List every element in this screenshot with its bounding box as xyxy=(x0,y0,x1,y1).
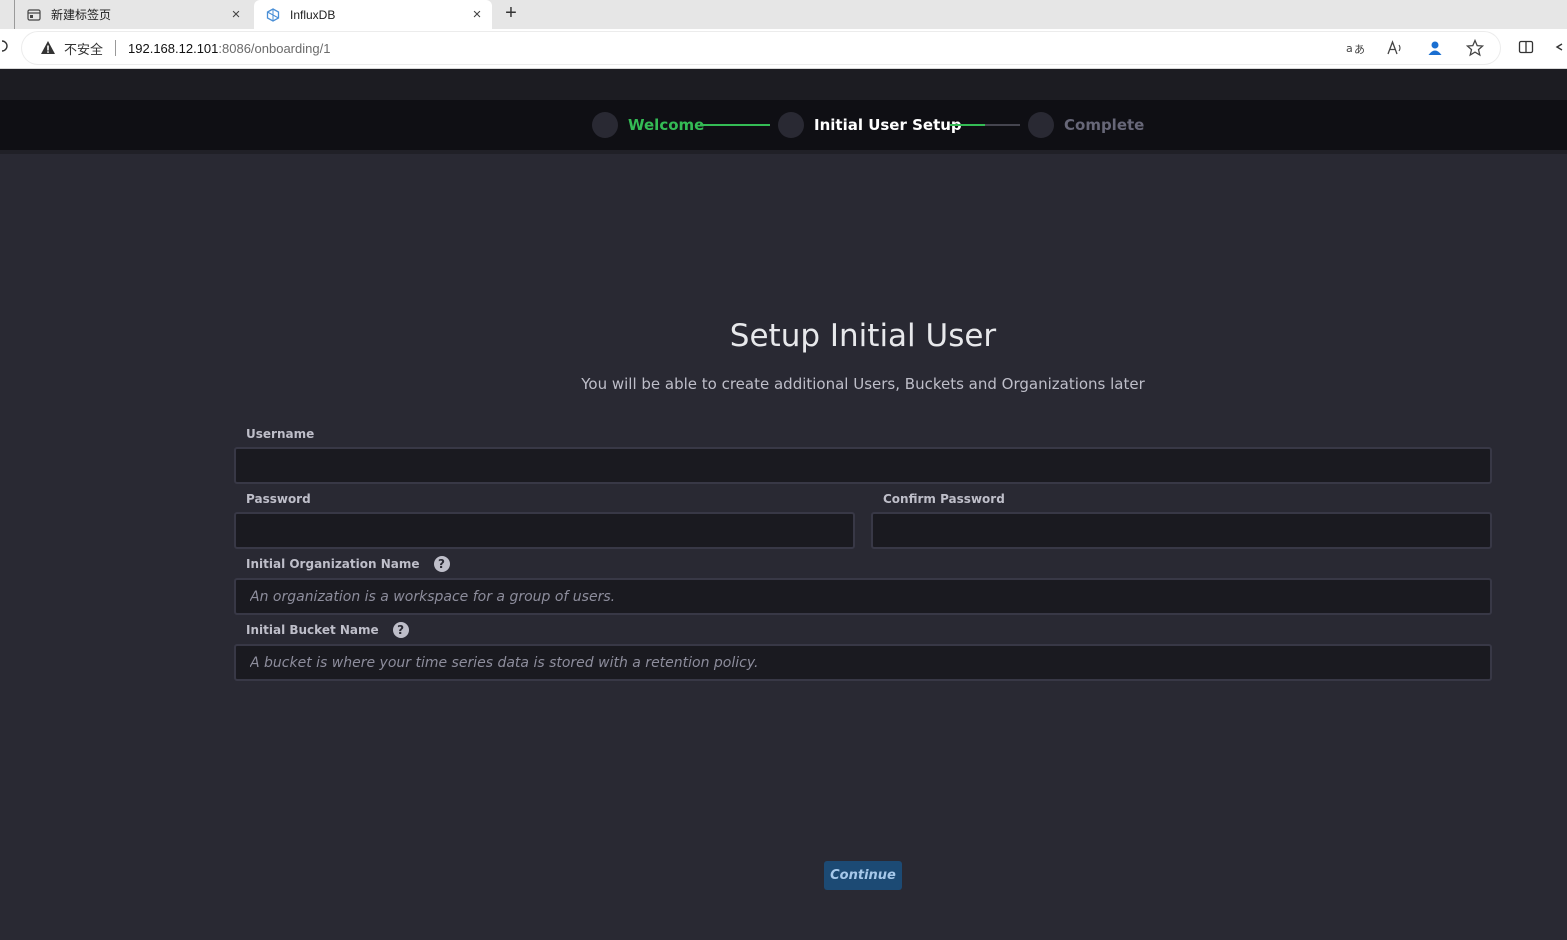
step-connector xyxy=(950,124,1020,126)
org-name-label-row: Initial Organization Name ? xyxy=(246,556,450,572)
refresh-icon[interactable] xyxy=(0,39,8,56)
translate-icon[interactable]: aあ xyxy=(1344,38,1366,58)
chevron-icon[interactable] xyxy=(1554,39,1564,58)
step-indicator xyxy=(778,112,804,138)
split-screen-icon[interactable] xyxy=(1518,39,1534,58)
onboarding-stepper: Welcome Initial User Setup Complete xyxy=(0,100,1567,150)
step-connector xyxy=(700,124,770,126)
favorite-star-icon[interactable] xyxy=(1464,38,1486,58)
bucket-name-label-row: Initial Bucket Name ? xyxy=(246,622,409,638)
confirm-password-input[interactable] xyxy=(871,512,1492,549)
url-path: :8086/onboarding/1 xyxy=(218,40,331,56)
browser-toolbar-actions xyxy=(1518,39,1564,58)
svg-text:あ: あ xyxy=(1354,43,1364,56)
step-indicator xyxy=(1028,112,1054,138)
step-welcome[interactable]: Welcome xyxy=(592,100,704,150)
browser-tab-influxdb[interactable]: InfluxDB × xyxy=(254,0,492,29)
page-title: Setup Initial User xyxy=(729,318,997,354)
confirm-password-label: Confirm Password xyxy=(883,492,1005,506)
step-initial-user-setup[interactable]: Initial User Setup xyxy=(778,100,962,150)
bucket-name-input[interactable] xyxy=(234,644,1492,681)
password-input[interactable] xyxy=(234,512,855,549)
org-name-input[interactable] xyxy=(234,578,1492,615)
warning-icon[interactable] xyxy=(40,40,56,56)
close-tab-icon[interactable]: × xyxy=(466,6,488,23)
newtab-page-icon xyxy=(27,8,41,22)
url-text[interactable]: 192.168.12.101:8086/onboarding/1 xyxy=(128,41,330,56)
address-bar[interactable]: 不安全 192.168.12.101:8086/onboarding/1 aあ xyxy=(22,32,1500,64)
stepper-divider xyxy=(0,150,1567,154)
address-actions: aあ xyxy=(1344,38,1486,58)
url-host: 192.168.12.101 xyxy=(128,40,219,56)
address-divider xyxy=(115,40,117,56)
new-tab-button[interactable]: + xyxy=(500,3,522,25)
step-label: Welcome xyxy=(628,116,705,134)
help-icon[interactable]: ? xyxy=(433,556,450,572)
browser-address-row: 不安全 192.168.12.101:8086/onboarding/1 aあ xyxy=(0,29,1567,69)
step-label: Complete xyxy=(1064,116,1145,134)
tab-title: 新建标签页 xyxy=(51,8,112,22)
step-complete[interactable]: Complete xyxy=(1028,100,1144,150)
username-label: Username xyxy=(246,427,315,441)
security-status[interactable]: 不安全 xyxy=(64,39,103,58)
tab-title: InfluxDB xyxy=(290,7,336,22)
close-tab-icon[interactable]: × xyxy=(225,6,247,23)
help-icon[interactable]: ? xyxy=(392,622,409,638)
app-header-band xyxy=(0,69,1567,100)
username-input[interactable] xyxy=(234,447,1492,484)
bucket-name-label: Initial Bucket Name xyxy=(246,623,379,637)
continue-button[interactable]: Continue xyxy=(824,861,902,890)
org-name-label: Initial Organization Name xyxy=(246,557,420,571)
profile-icon[interactable] xyxy=(1424,38,1446,58)
page-subtitle: You will be able to create additional Us… xyxy=(581,375,1145,393)
browser-tab-newtab[interactable]: 新建标签页 × xyxy=(14,0,251,29)
browser-tab-strip: 新建标签页 × InfluxDB × + xyxy=(0,0,1567,29)
influxdb-logo-icon xyxy=(266,7,280,22)
password-label: Password xyxy=(246,492,311,506)
svg-text:a: a xyxy=(1346,42,1353,55)
read-aloud-icon[interactable] xyxy=(1384,38,1406,58)
step-label: Initial User Setup xyxy=(814,116,962,134)
step-indicator xyxy=(592,112,618,138)
